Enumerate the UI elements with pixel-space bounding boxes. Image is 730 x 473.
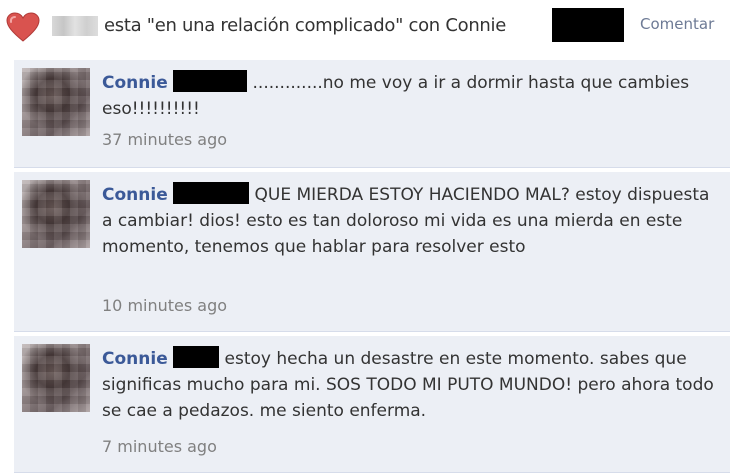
avatar[interactable] (22, 68, 90, 136)
comment-item: Connie estoy hecha un desastre en este m… (14, 336, 730, 473)
comment-body: Connie QUE MIERDA ESTOY HACIENDO MAL? es… (102, 182, 722, 260)
comment-timestamp[interactable]: 7 minutes ago (102, 437, 217, 456)
blurred-user-name (52, 16, 98, 36)
comment-list: Connie .............no me voy a ir a dor… (14, 60, 730, 473)
comment-timestamp[interactable]: 10 minutes ago (102, 296, 227, 315)
comment-link[interactable]: Comentar (640, 15, 714, 33)
redaction-bar (552, 8, 624, 42)
redaction-bar (173, 70, 248, 92)
avatar[interactable] (22, 180, 90, 248)
status-text: esta "en una relación complicado" con Co… (104, 15, 507, 36)
heart-icon (6, 12, 40, 42)
avatar[interactable] (22, 344, 90, 412)
redaction-bar (173, 182, 250, 204)
comment-author[interactable]: Connie (102, 73, 168, 93)
relationship-status-line: esta "en una relación complicado" con Co… (0, 0, 730, 52)
comment-body: Connie estoy hecha un desastre en este m… (102, 346, 722, 424)
redaction-bar (173, 346, 220, 368)
comment-timestamp[interactable]: 37 minutes ago (102, 130, 227, 149)
comment-item: Connie QUE MIERDA ESTOY HACIENDO MAL? es… (14, 172, 730, 332)
comment-author[interactable]: Connie (102, 185, 168, 205)
comment-item: Connie .............no me voy a ir a dor… (14, 60, 730, 168)
comment-author[interactable]: Connie (102, 349, 168, 369)
comment-body: Connie .............no me voy a ir a dor… (102, 70, 722, 122)
